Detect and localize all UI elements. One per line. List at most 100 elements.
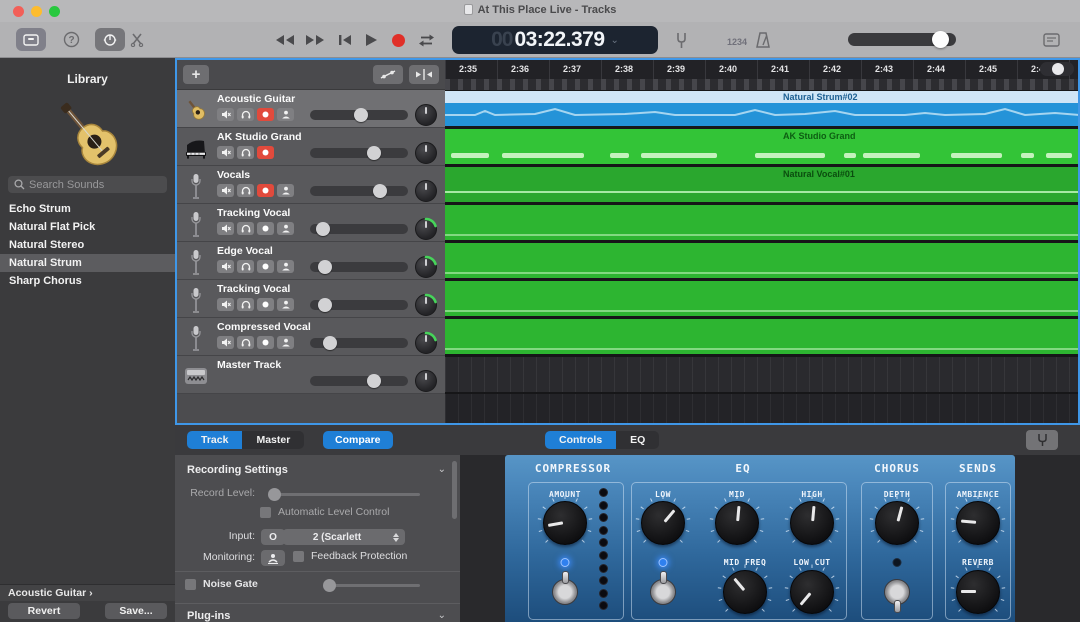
record-enable-button[interactable]	[257, 146, 274, 159]
zoom-slider[interactable]	[1040, 62, 1074, 76]
high-knob[interactable]	[790, 501, 834, 545]
tab-master[interactable]: Master	[242, 431, 304, 449]
track-volume-knob[interactable]	[373, 184, 387, 198]
mid-freq-knob[interactable]	[723, 570, 767, 614]
zoom-slider-knob[interactable]	[1052, 63, 1064, 75]
record-button[interactable]	[385, 30, 411, 50]
feedback-protection-checkbox[interactable]	[293, 551, 304, 562]
mute-button[interactable]	[217, 108, 234, 121]
noise-gate-knob[interactable]	[323, 579, 336, 592]
track-pan-knob[interactable]	[415, 180, 437, 202]
track-volume-knob[interactable]	[318, 298, 332, 312]
low-knob[interactable]	[641, 501, 685, 545]
track-volume-slider[interactable]	[310, 376, 408, 386]
display-mode-button[interactable]	[1038, 30, 1064, 50]
go-to-beginning-button[interactable]	[332, 30, 358, 50]
track-volume-knob[interactable]	[318, 260, 332, 274]
input-monitor-button[interactable]	[277, 336, 294, 349]
input-format-button[interactable]: O	[261, 529, 285, 545]
track-volume-knob[interactable]	[354, 108, 368, 122]
input-monitor-button[interactable]	[277, 260, 294, 273]
audio-region[interactable]	[445, 319, 1078, 354]
noise-gate-checkbox[interactable]	[185, 579, 196, 590]
cycle-button[interactable]	[413, 30, 439, 50]
track-row[interactable]: Compressed Vocal	[177, 318, 445, 356]
track-volume-knob[interactable]	[323, 336, 337, 350]
noise-gate-slider[interactable]	[325, 584, 420, 587]
depth-knob[interactable]	[875, 501, 919, 545]
input-monitor-button[interactable]	[277, 108, 294, 121]
audio-region[interactable]: AK Studio Grand	[445, 129, 1078, 164]
track-pan-knob[interactable]	[415, 294, 437, 316]
section-power-switch[interactable]	[552, 579, 578, 605]
library-item[interactable]: Sharp Chorus	[0, 272, 175, 290]
reverb-knob[interactable]	[956, 570, 1000, 614]
mute-button[interactable]	[217, 260, 234, 273]
auto-level-checkbox[interactable]	[260, 507, 271, 518]
input-monitor-button[interactable]	[277, 298, 294, 311]
time-ruler[interactable]: 2:352:362:372:382:392:402:412:422:432:44…	[445, 60, 1078, 90]
smart-controls-button[interactable]	[95, 28, 125, 51]
tab-eq[interactable]: EQ	[616, 431, 659, 449]
amount-knob[interactable]	[543, 501, 587, 545]
add-track-button[interactable]: +	[183, 65, 209, 84]
solo-button[interactable]	[237, 260, 254, 273]
track-row[interactable]: Vocals	[177, 166, 445, 204]
metronome-button[interactable]	[750, 30, 776, 50]
input-monitor-button[interactable]	[277, 184, 294, 197]
mid-knob[interactable]	[715, 501, 759, 545]
mute-button[interactable]	[217, 336, 234, 349]
record-enable-button[interactable]	[257, 260, 274, 273]
track-volume-slider[interactable]	[310, 110, 408, 120]
record-enable-button[interactable]	[257, 108, 274, 121]
tab-controls[interactable]: Controls	[545, 431, 616, 449]
solo-button[interactable]	[237, 184, 254, 197]
solo-button[interactable]	[237, 222, 254, 235]
rewind-button[interactable]	[272, 30, 298, 50]
solo-button[interactable]	[237, 336, 254, 349]
track-volume-slider[interactable]	[310, 300, 408, 310]
solo-button[interactable]	[237, 108, 254, 121]
library-item[interactable]: Echo Strum	[0, 200, 175, 218]
mute-button[interactable]	[217, 298, 234, 311]
library-item[interactable]: Natural Strum	[0, 254, 175, 272]
search-sounds-input[interactable]: Search Sounds	[8, 176, 167, 193]
chevron-down-icon[interactable]: ⌄	[438, 610, 446, 621]
record-enable-button[interactable]	[257, 184, 274, 197]
library-item[interactable]: Natural Flat Pick	[0, 218, 175, 236]
section-power-switch[interactable]	[884, 579, 910, 605]
low-cut-knob[interactable]	[790, 570, 834, 614]
track-row[interactable]: Tracking Vocal	[177, 280, 445, 318]
record-enable-button[interactable]	[257, 298, 274, 311]
track-volume-slider[interactable]	[310, 338, 408, 348]
record-level-slider[interactable]	[270, 493, 420, 496]
library-item[interactable]: Natural Stereo	[0, 236, 175, 254]
forward-button[interactable]	[302, 30, 328, 50]
track-row[interactable]: AK Studio Grand	[177, 128, 445, 166]
audio-region[interactable]: Natural Vocal#01	[445, 167, 1078, 202]
ambience-knob[interactable]	[956, 501, 1000, 545]
chevron-down-icon[interactable]: ⌄	[438, 464, 446, 475]
play-button[interactable]	[358, 30, 384, 50]
track-volume-knob[interactable]	[316, 222, 330, 236]
record-enable-button[interactable]	[257, 222, 274, 235]
tuner-toolbar-button[interactable]	[668, 30, 694, 50]
automation-button[interactable]	[373, 65, 403, 84]
mute-button[interactable]	[217, 222, 234, 235]
patch-breadcrumb[interactable]: Acoustic Guitar ›	[0, 584, 175, 601]
audio-region[interactable]: Natural Strum#02	[445, 91, 1078, 126]
compare-button[interactable]: Compare	[323, 431, 393, 449]
record-enable-button[interactable]	[257, 336, 274, 349]
mute-button[interactable]	[217, 184, 234, 197]
track-volume-slider[interactable]	[310, 186, 408, 196]
recording-settings-header[interactable]: Recording Settings	[187, 464, 288, 476]
track-volume-slider[interactable]	[310, 148, 408, 158]
section-power-switch[interactable]	[650, 579, 676, 605]
track-row[interactable]: Edge Vocal	[177, 242, 445, 280]
track-row[interactable]: Acoustic Guitar	[177, 90, 445, 128]
solo-button[interactable]	[237, 146, 254, 159]
lcd-time-display[interactable]: 00 03:22.379 ⌄	[452, 26, 658, 54]
input-source-select[interactable]: 2 (Scarlett	[283, 529, 405, 545]
timeline-empty-area[interactable]	[445, 394, 1078, 423]
mute-button[interactable]	[217, 146, 234, 159]
